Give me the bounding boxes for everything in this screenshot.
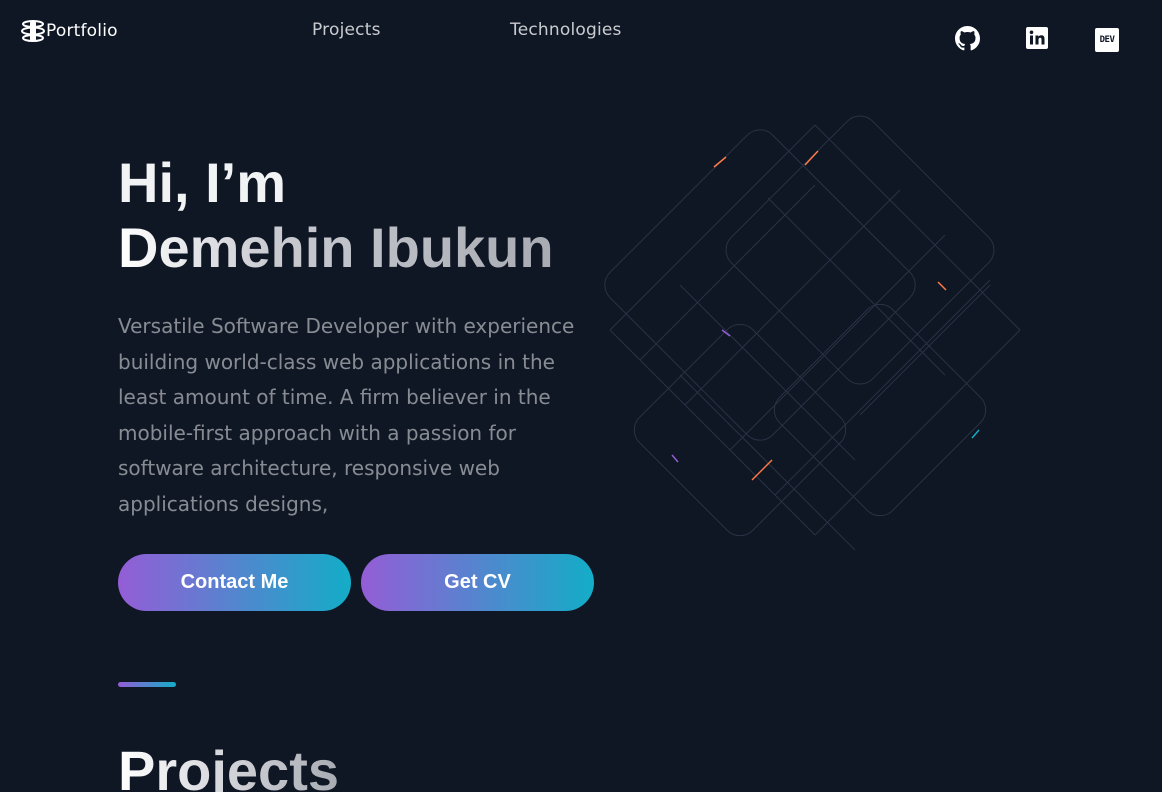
nav-link-technologies[interactable]: Technologies (510, 20, 622, 40)
dev-link[interactable]: DEV (1094, 27, 1120, 53)
get-cv-button[interactable]: Get CV (361, 554, 594, 611)
dev-icon: DEV (1095, 28, 1119, 52)
linkedin-link[interactable] (1024, 27, 1050, 53)
background-pattern (604, 115, 1021, 550)
contact-me-button[interactable]: Contact Me (118, 554, 351, 611)
nav-link-projects[interactable]: Projects (312, 20, 381, 40)
projects-section-title: Projects (118, 736, 339, 792)
logo-text: Portfolio (46, 21, 118, 41)
github-link[interactable] (954, 25, 980, 55)
dev-label: DEV (1099, 35, 1115, 45)
github-icon (954, 25, 980, 55)
linkedin-icon (1025, 26, 1049, 54)
hero-title: Hi, I’m Demehin Ibukun (118, 150, 554, 280)
logo-icon (20, 18, 46, 44)
hero-name: Demehin Ibukun (118, 216, 554, 279)
page: Portfolio Projects Technologies DEV Hi, … (0, 0, 1162, 792)
logo-link[interactable]: Portfolio (20, 18, 118, 44)
section-divider (118, 682, 176, 687)
hero-greeting: Hi, I’m (118, 151, 287, 214)
hero-description: Versatile Software Developer with experi… (118, 314, 575, 516)
